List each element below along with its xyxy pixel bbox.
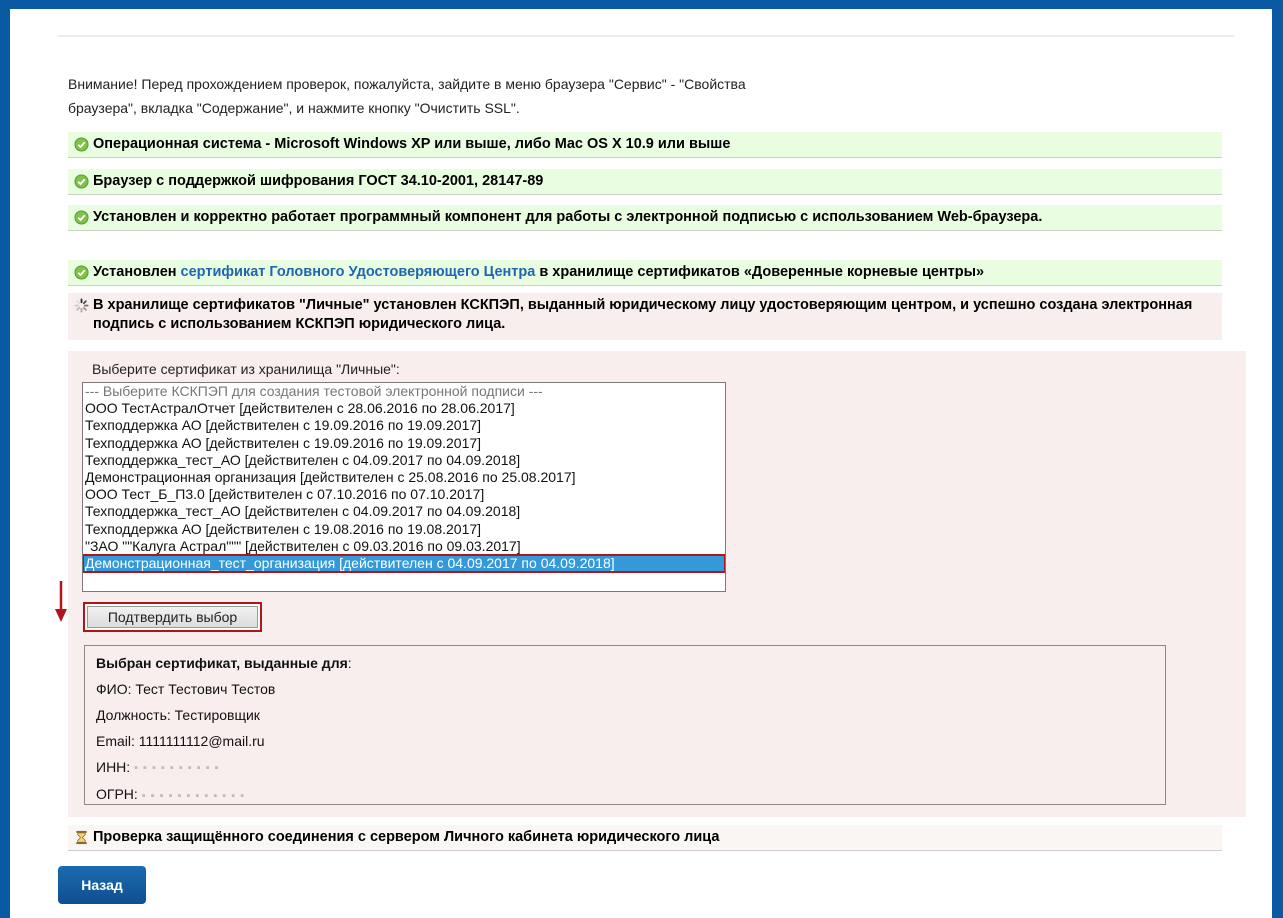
confirm-selection-button[interactable]: Подтвердить выбор (83, 602, 262, 632)
cert-option[interactable]: Техподдержка_тест_АО [действителен с 04.… (83, 503, 725, 520)
check-ok-icon (74, 210, 89, 225)
down-arrow-icon (55, 581, 67, 622)
check-root-cert-after: в хранилище сертификатов «Доверенные кор… (535, 264, 985, 280)
check-personal-cert-text: В хранилище сертификатов "Личные" устано… (93, 297, 1193, 332)
check-secure-connection-text: Проверка защищённого соединения с сервер… (93, 829, 720, 845)
check-personal-cert: В хранилище сертификатов "Личные" устано… (68, 293, 1222, 340)
check-ok-icon (74, 265, 89, 280)
cert-select-label: Выберите сертификат из хранилища "Личные… (92, 361, 400, 377)
check-ok-icon (74, 137, 89, 152)
check-root-cert-before: Установлен (93, 264, 181, 280)
cert-info-ogrn-label: ОГРН: (96, 786, 142, 803)
back-button[interactable]: Назад (58, 866, 146, 904)
cert-option[interactable]: Демонстрационная организация [действител… (83, 469, 725, 486)
check-ok-icon (74, 174, 89, 189)
confirm-selection-label: Подтвердить выбор (87, 606, 258, 628)
cert-option[interactable]: ООО ТестАстралОтчет [действителен с 28.0… (83, 400, 725, 417)
cert-info-title: Выбран сертификат, выданные для (96, 655, 348, 671)
check-browser-text: Браузер с поддержкой шифрования ГОСТ 34.… (93, 173, 544, 189)
notice-line-1: Внимание! Перед прохождением проверок, п… (68, 76, 746, 92)
cert-option[interactable]: ООО Тест_Б_П3.0 [действителен с 07.10.20… (83, 486, 725, 503)
check-browser: Браузер с поддержкой шифрования ГОСТ 34.… (68, 169, 1222, 195)
check-os: Операционная система - Microsoft Windows… (68, 132, 1222, 158)
page-frame: Внимание! Перед прохождением проверок, п… (10, 9, 1272, 918)
cert-option[interactable]: "ЗАО ""Калуга Астрал""" [действителен с … (83, 538, 725, 555)
notice-line-2: браузера", вкладка "Содержание", и нажми… (68, 100, 520, 116)
check-component-text: Установлен и корректно работает программ… (93, 209, 1043, 225)
cert-info-position: Должность: Тестировщик (96, 707, 260, 723)
cert-info-title-suffix: : (347, 655, 352, 671)
check-os-text: Операционная система - Microsoft Windows… (93, 136, 731, 152)
ogrn-masked-value: ▪ ▪ ▪ ▪ ▪ ▪ ▪ ▪ ▪ ▪ ▪ ▪ (141, 789, 246, 802)
inn-masked-value: ▪ ▪ ▪ ▪ ▪ ▪ ▪ ▪ ▪ ▪ (134, 762, 220, 775)
loading-spinner-icon (74, 298, 89, 313)
cert-option[interactable]: Техподдержка АО [действителен с 19.09.20… (83, 417, 725, 434)
cert-option-selected[interactable]: Демонстрационная_тест_организация [дейст… (83, 553, 725, 574)
check-component: Установлен и корректно работает программ… (68, 205, 1222, 231)
check-secure-connection: Проверка защищённого соединения с сервер… (68, 825, 1222, 851)
top-divider (58, 35, 1234, 37)
root-cert-link[interactable]: сертификат Головного Удостоверяющего Цен… (181, 264, 536, 280)
cert-option[interactable]: Техподдержка АО [действителен с 19.08.20… (83, 521, 725, 538)
cert-listbox[interactable]: --- Выберите КСКПЭП для создания тестово… (82, 382, 726, 592)
selected-cert-info: Выбран сертификат, выданные для: ФИО: Те… (84, 645, 1166, 805)
ssl-notice: Внимание! Перед прохождением проверок, п… (68, 72, 948, 120)
cert-info-email: Email: 1111111112@mail.ru (96, 733, 265, 749)
hourglass-icon (76, 830, 87, 845)
cert-info-inn-label: ИНН: (96, 759, 135, 775)
cert-option-placeholder[interactable]: --- Выберите КСКПЭП для создания тестово… (83, 383, 725, 400)
cert-option[interactable]: Техподдержка АО [действителен с 19.09.20… (83, 435, 725, 452)
cert-info-fio: ФИО: Тест Тестович Тестов (96, 681, 276, 697)
check-root-cert: Установлен сертификат Головного Удостове… (68, 260, 1222, 286)
cert-option[interactable]: Техподдержка_тест_АО [действителен с 04.… (83, 452, 725, 469)
